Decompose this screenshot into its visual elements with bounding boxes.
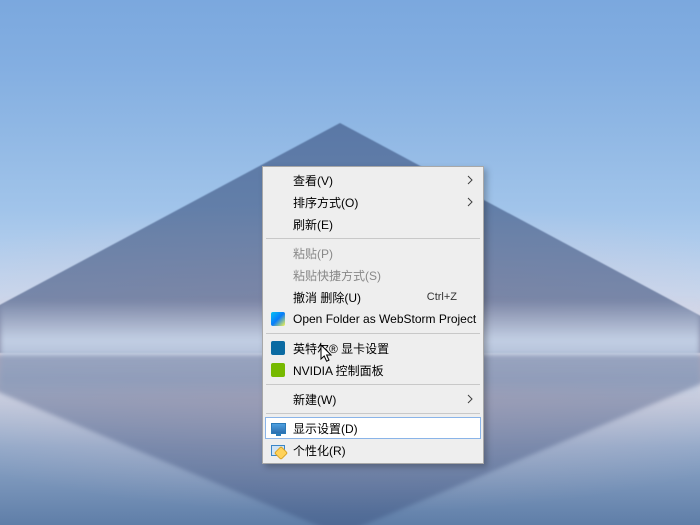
menu-item-label: Open Folder as WebStorm Project	[293, 312, 476, 326]
menu-item-label: 排序方式(O)	[293, 194, 457, 211]
desktop-wallpaper[interactable]: 查看(V) 排序方式(O) 刷新(E) 粘贴(P) 粘贴快捷方式(S) 撤消 删…	[0, 0, 700, 525]
menu-item-label: 显示设置(D)	[293, 420, 457, 437]
chevron-right-icon	[467, 175, 473, 185]
desktop-context-menu: 查看(V) 排序方式(O) 刷新(E) 粘贴(P) 粘贴快捷方式(S) 撤消 删…	[262, 166, 484, 464]
menu-separator	[266, 384, 480, 385]
menu-item-label: 个性化(R)	[293, 442, 457, 459]
menu-item-sort-by[interactable]: 排序方式(O)	[265, 191, 481, 213]
webstorm-icon	[270, 311, 286, 327]
menu-item-refresh[interactable]: 刷新(E)	[265, 213, 481, 235]
menu-item-label: 英特尔® 显卡设置	[293, 340, 457, 357]
menu-item-intel-graphics[interactable]: 英特尔® 显卡设置	[265, 337, 481, 359]
nvidia-icon	[270, 362, 286, 378]
monitor-icon	[270, 420, 286, 436]
menu-item-personalize[interactable]: 个性化(R)	[265, 439, 481, 461]
chevron-right-icon	[467, 197, 473, 207]
menu-item-label: NVIDIA 控制面板	[293, 362, 457, 379]
menu-item-nvidia-control-panel[interactable]: NVIDIA 控制面板	[265, 359, 481, 381]
menu-item-paste-shortcut: 粘贴快捷方式(S)	[265, 264, 481, 286]
menu-separator	[266, 413, 480, 414]
chevron-right-icon	[467, 394, 473, 404]
menu-item-label: 查看(V)	[293, 172, 457, 189]
menu-item-label: 粘贴(P)	[293, 245, 457, 262]
menu-item-display-settings[interactable]: 显示设置(D)	[265, 417, 481, 439]
menu-item-label: 粘贴快捷方式(S)	[293, 267, 457, 284]
menu-item-label: 刷新(E)	[293, 216, 457, 233]
menu-item-shortcut: Ctrl+Z	[427, 291, 457, 303]
intel-icon	[270, 340, 286, 356]
menu-item-new[interactable]: 新建(W)	[265, 388, 481, 410]
menu-item-paste: 粘贴(P)	[265, 242, 481, 264]
menu-item-undo-delete[interactable]: 撤消 删除(U) Ctrl+Z	[265, 286, 481, 308]
menu-item-view[interactable]: 查看(V)	[265, 169, 481, 191]
menu-separator	[266, 238, 480, 239]
menu-item-label: 新建(W)	[293, 391, 457, 408]
personalize-icon	[270, 442, 286, 458]
menu-item-label: 撤消 删除(U)	[293, 289, 427, 306]
menu-separator	[266, 333, 480, 334]
menu-item-open-webstorm[interactable]: Open Folder as WebStorm Project	[265, 308, 481, 330]
